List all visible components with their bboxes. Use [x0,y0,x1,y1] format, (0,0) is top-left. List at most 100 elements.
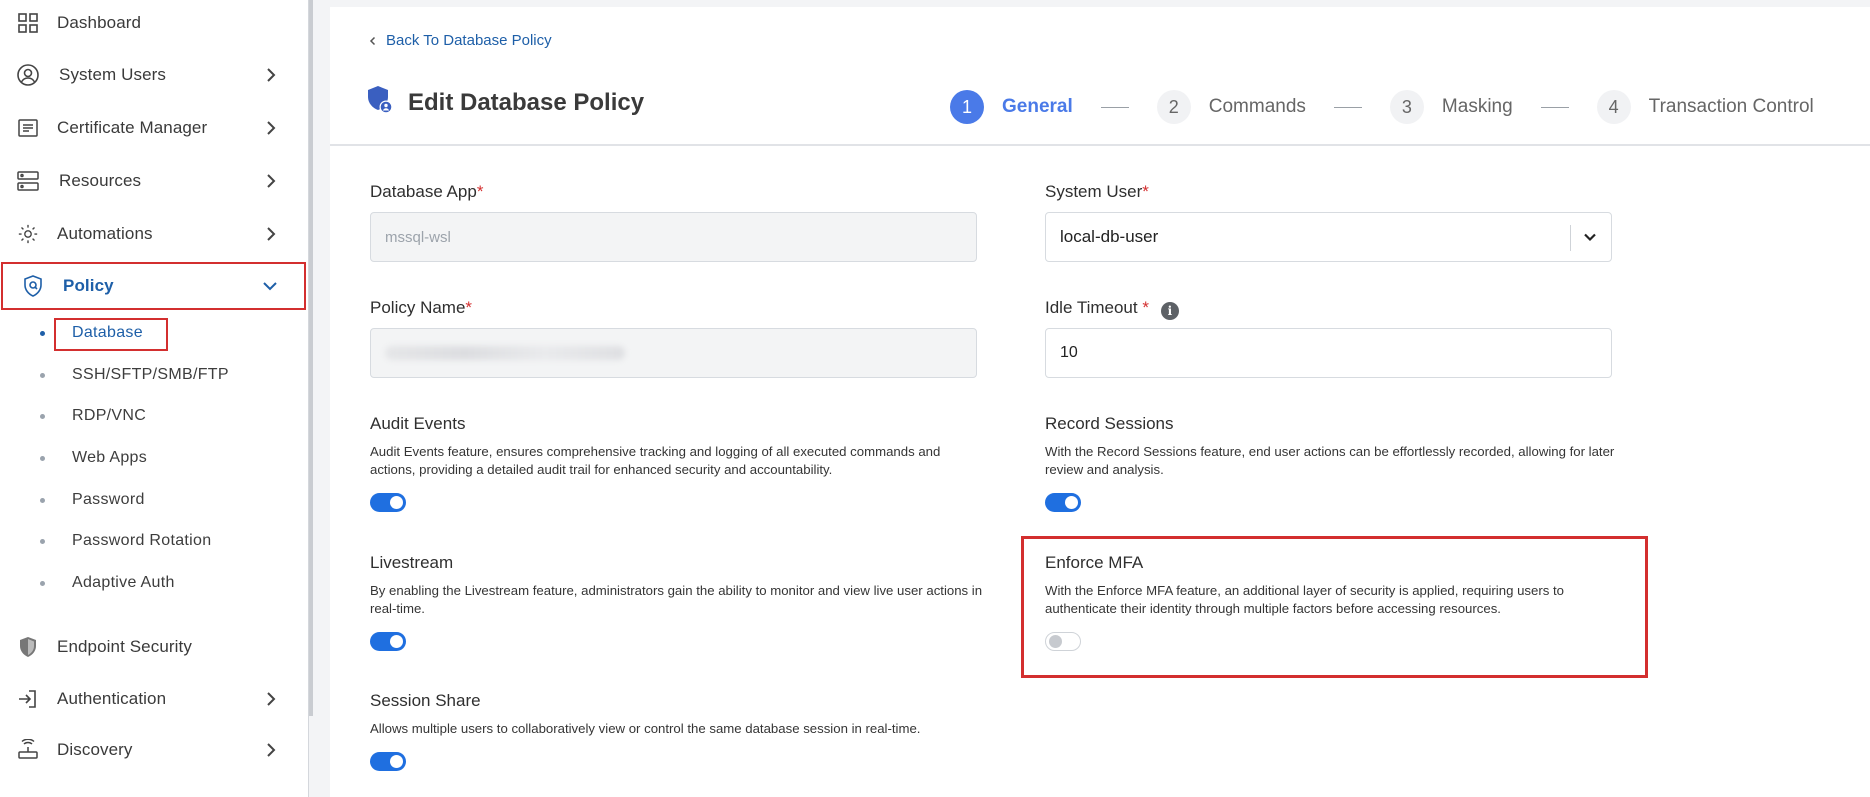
back-link-label: Back To Database Policy [386,32,552,49]
step-commands[interactable]: 2 Commands [1156,90,1306,124]
required-mark: * [476,182,484,201]
step-transaction-control[interactable]: 4 Transaction Control [1596,90,1814,124]
step-label: Commands [1208,96,1306,117]
system-user-label-text: System User [1045,182,1143,201]
toggle-knob [390,496,403,509]
dashboard-icon [16,11,40,35]
sidebar-item-automations[interactable]: Automations [0,208,309,260]
sidebar-item-label: Discovery [57,740,133,759]
session-share-toggle[interactable] [370,752,406,771]
sidebar-subitem-ssh[interactable]: SSH/SFTP/SMB/FTP [0,355,309,395]
sign-in-icon [16,687,40,711]
sidebar-subitem-label: Web Apps [72,449,148,466]
sidebar-item-certificate-manager[interactable]: Certificate Manager [0,102,309,154]
livestream-title: Livestream [370,553,454,572]
sidebar-item-label: Dashboard [57,13,142,32]
certificate-icon [16,116,40,140]
header-divider [330,144,1870,146]
sidebar-subitem-label: SSH/SFTP/SMB/FTP [72,366,229,383]
audit-events-toggle[interactable] [370,493,406,512]
bullet [40,413,45,419]
sidebar-item-system-users[interactable]: System Users [0,49,309,101]
user-circle-icon [16,63,40,87]
required-mark: * [1142,298,1149,317]
sidebar-item-label: Policy [63,276,114,295]
chevron-right-icon [267,743,276,757]
active-subitem-highlight [54,318,168,351]
sidebar-subitem-web-apps[interactable]: Web Apps [0,438,309,478]
redacted-value [385,346,625,360]
record-sessions-description: With the Record Sessions feature, end us… [1045,444,1615,477]
database-app-field: mssql-wsl [370,212,977,262]
chevron-down-icon [1584,233,1596,242]
sidebar-item-dashboard[interactable]: Dashboard [0,0,309,49]
bullet [40,330,45,336]
policy-name-field [370,328,977,378]
chevron-right-icon [267,68,276,82]
policy-shield-icon [21,274,45,298]
sidebar-scrollbar[interactable] [309,0,313,716]
policy-name-label-text: Policy Name [370,298,466,317]
server-icon [16,169,40,193]
sidebar-subitem-password-rotation[interactable]: Password Rotation [0,521,309,561]
audit-events-title: Audit Events [370,414,466,433]
sidebar-subitem-adaptive-auth[interactable]: Adaptive Auth [0,563,309,603]
gear-icon [16,222,40,246]
session-share-description: Allows multiple users to collaboratively… [370,721,921,736]
required-mark: * [465,298,473,317]
shield-user-icon [366,85,394,120]
chevron-down-icon [263,282,277,291]
sidebar-item-discovery[interactable]: Discovery [0,724,309,776]
idle-timeout-input[interactable]: 10 [1045,328,1612,378]
idle-timeout-label-text: Idle Timeout [1045,298,1143,317]
step-general[interactable]: 1 General [950,90,1073,124]
chevron-right-icon [267,692,276,706]
step-separator [1540,106,1569,108]
bullet [40,538,45,544]
system-user-label: System User* [1045,182,1149,202]
step-masking[interactable]: 3 Masking [1389,90,1513,124]
step-separator [1100,106,1129,108]
step-number: 2 [1156,90,1191,124]
idle-timeout-label: Idle Timeout * i [1045,298,1179,320]
info-icon[interactable]: i [1160,302,1179,320]
system-user-select[interactable]: local-db-user [1045,212,1612,262]
sidebar-item-label: Endpoint Security [57,637,192,656]
step-separator [1333,106,1362,108]
sidebar-subitem-label: Password [72,491,145,508]
sidebar-subitem-rdp[interactable]: RDP/VNC [0,396,309,436]
enforce-mfa-highlight [1021,536,1648,678]
select-divider [1570,225,1571,251]
policy-name-label: Policy Name* [370,298,472,318]
sidebar-item-policy[interactable]: Policy [1,262,306,310]
system-user-value: local-db-user [1060,227,1159,246]
step-number: 1 [950,90,984,124]
sidebar-subitem-label: Adaptive Auth [72,574,175,591]
step-label: General [1002,96,1073,117]
sidebar-item-label: Certificate Manager [57,118,208,137]
livestream-toggle[interactable] [370,632,406,651]
sidebar-item-authentication[interactable]: Authentication [0,673,309,725]
back-link[interactable]: Back To Database Policy [368,32,552,49]
record-sessions-toggle[interactable] [1045,493,1081,512]
step-number: 4 [1596,90,1631,124]
sidebar-item-resources[interactable]: Resources [0,155,309,207]
step-number: 3 [1389,90,1424,124]
toggle-knob [390,635,403,648]
toggle-knob [1065,496,1078,509]
chevron-left-icon [369,36,376,45]
sidebar-item-label: Authentication [57,689,167,708]
sidebar-subitem-password[interactable]: Password [0,480,309,520]
shield-icon [16,635,40,659]
step-label: Masking [1441,96,1513,117]
sidebar-item-label: System Users [59,65,166,84]
sidebar-item-endpoint-security[interactable]: Endpoint Security [0,621,309,673]
database-app-value: mssql-wsl [385,228,451,246]
toggle-knob [390,755,403,768]
bullet [40,497,45,503]
bullet [40,455,45,461]
sidebar: Dashboard System Users Certificate Manag… [0,0,309,797]
audit-events-description: Audit Events feature, ensures comprehens… [370,444,941,477]
livestream-description: By enabling the Livestream feature, admi… [370,583,983,616]
sidebar-item-label: Resources [59,171,142,190]
